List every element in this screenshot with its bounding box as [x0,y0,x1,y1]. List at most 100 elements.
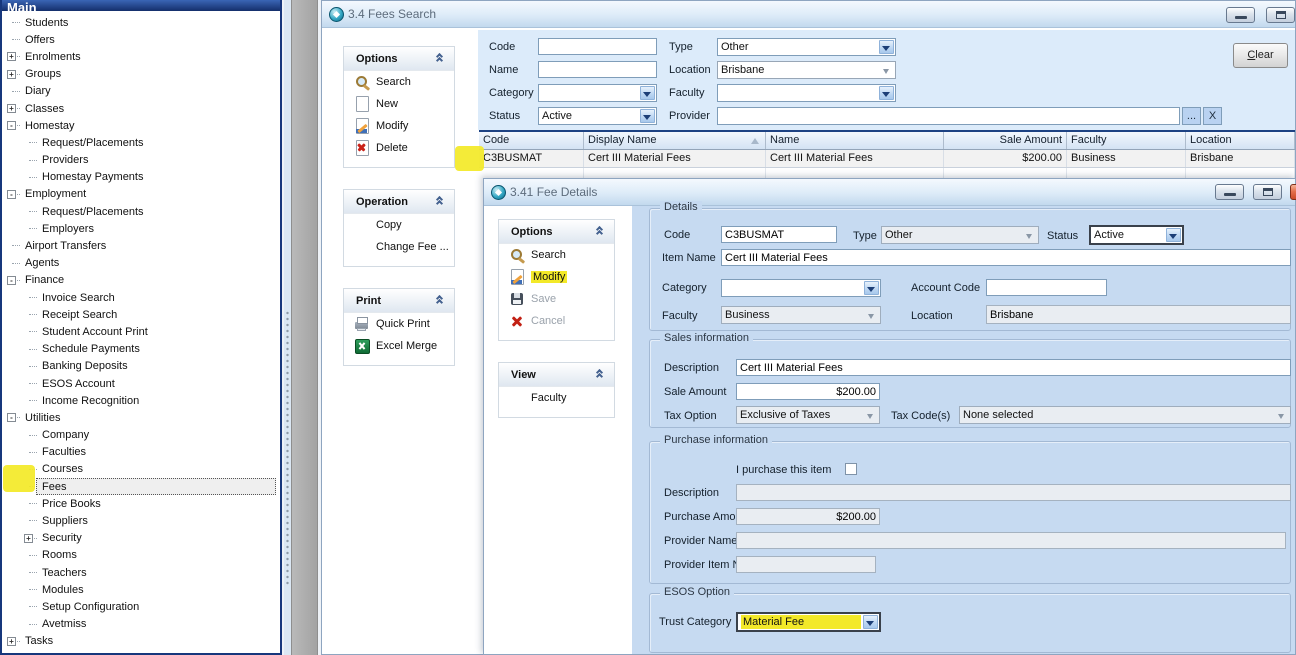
sidebar-item-price-books[interactable]: Price Books [3,495,279,512]
action-search[interactable]: Search [344,71,454,93]
action-quick-print[interactable]: Quick Print [344,313,454,335]
sidebar-item-providers[interactable]: Providers [3,152,279,169]
splitter-grip[interactable] [284,0,291,655]
grid-header-sale-amount[interactable]: Sale Amount [944,132,1067,149]
close-button[interactable] [1290,184,1296,200]
sidebar-item-fees[interactable]: Fees [3,478,279,495]
grid-header-code[interactable]: Code [479,132,584,149]
sidebar-item-agents[interactable]: Agents [3,255,279,272]
sidebar-item-student-account-print[interactable]: Student Account Print [3,323,279,340]
sidebar-item-faculties[interactable]: Faculties [3,444,279,461]
sidebar-item-request-placements[interactable]: Request/Placements [3,203,279,220]
action-copy[interactable]: Copy [344,214,454,236]
dropdown-arrow-icon[interactable] [640,86,655,100]
sidebar-item-airport-transfers[interactable]: Airport Transfers [3,237,279,254]
provider-input[interactable] [717,107,1180,125]
table-row[interactable]: C3BUSMATCert III Material FeesCert III M… [479,150,1295,168]
sidebar-item-offers[interactable]: Offers [3,31,279,48]
grid-header-faculty[interactable]: Faculty [1067,132,1186,149]
sidebar-item-modules[interactable]: Modules [3,581,279,598]
collapse-chevron-icon[interactable] [596,227,606,238]
panel-header-view[interactable]: View [499,363,614,387]
item-name-input[interactable] [721,249,1291,266]
faculty-select[interactable] [717,84,896,102]
maximize-button[interactable] [1266,7,1295,23]
dropdown-arrow-icon[interactable] [1166,228,1181,242]
sidebar-item-homestay[interactable]: -Homestay [3,117,279,134]
sidebar-item-banking-deposits[interactable]: Banking Deposits [3,358,279,375]
action-excel-merge[interactable]: Excel Merge [344,335,454,357]
collapse-chevron-icon[interactable] [436,296,446,307]
sidebar-item-esos-account[interactable]: ESOS Account [3,375,279,392]
collapse-chevron-icon[interactable] [436,197,446,208]
dropdown-arrow-icon[interactable] [879,86,894,100]
sidebar-item-setup-configuration[interactable]: Setup Configuration [3,598,279,615]
action-modify[interactable]: Modify [499,266,614,288]
sidebar-item-enrolments[interactable]: +Enrolments [3,48,279,65]
action-change-fee[interactable]: Change Fee ... [344,236,454,258]
sidebar-item-classes[interactable]: +Classes [3,100,279,117]
sidebar-item-security[interactable]: +Security [3,530,279,547]
sidebar-item-rooms[interactable]: Rooms [3,547,279,564]
expand-icon[interactable]: + [7,637,16,646]
type-select[interactable]: Other [717,38,896,56]
sidebar-item-groups[interactable]: +Groups [3,66,279,83]
collapse-icon[interactable]: - [7,190,16,199]
expand-icon[interactable]: + [7,52,16,61]
sidebar-item-avetmiss[interactable]: Avetmiss [3,616,279,633]
account-code-input[interactable] [986,279,1107,296]
maximize-button[interactable] [1253,184,1282,200]
expand-icon[interactable]: + [7,104,16,113]
collapse-chevron-icon[interactable] [436,54,446,65]
sidebar-item-schedule-payments[interactable]: Schedule Payments [3,341,279,358]
sidebar-item-utilities[interactable]: -Utilities [3,409,279,426]
sidebar-item-diary[interactable]: Diary [3,83,279,100]
panel-header-print[interactable]: Print [344,289,454,313]
category-select[interactable] [538,84,657,102]
panel-header-options[interactable]: Options [499,220,614,244]
collapse-chevron-icon[interactable] [596,370,606,381]
sale-amount-input[interactable] [736,383,880,400]
clear-button[interactable]: Clear [1233,43,1288,68]
expand-icon[interactable]: + [7,70,16,79]
trust-category-select[interactable]: Material Fee [736,612,881,632]
panel-header-options[interactable]: Options [344,47,454,71]
splitter-bar[interactable] [291,0,318,655]
category-select[interactable] [721,279,881,297]
grid-header-display-name[interactable]: Display Name [584,132,766,149]
minimize-button[interactable] [1215,184,1244,200]
code-input[interactable] [538,38,657,55]
fees-search-titlebar[interactable]: 3.4 Fees Search [322,1,1295,28]
action-delete[interactable]: Delete [344,137,454,159]
action-modify[interactable]: Modify [344,115,454,137]
purchase-item-checkbox[interactable] [845,463,857,475]
minimize-button[interactable] [1226,7,1255,23]
dropdown-arrow-icon[interactable] [864,281,879,295]
sidebar-item-suppliers[interactable]: Suppliers [3,512,279,529]
sidebar-item-request-placements[interactable]: Request/Placements [3,134,279,151]
collapse-icon[interactable]: - [7,121,16,130]
grid-header-name[interactable]: Name [766,132,944,149]
provider-clear-button[interactable]: X [1203,107,1222,125]
sidebar-item-employers[interactable]: Employers [3,220,279,237]
action-new[interactable]: New [344,93,454,115]
sidebar-item-finance[interactable]: -Finance [3,272,279,289]
sidebar-item-tasks[interactable]: +Tasks [3,633,279,650]
sidebar-item-employment[interactable]: -Employment [3,186,279,203]
sidebar-item-students[interactable]: Students [3,14,279,31]
expand-icon[interactable]: + [24,534,33,543]
collapse-icon[interactable]: - [7,413,16,422]
name-input[interactable] [538,61,657,78]
dropdown-arrow-icon[interactable] [863,615,878,629]
panel-header-operation[interactable]: Operation [344,190,454,214]
status-select[interactable]: Active [538,107,657,125]
fee-details-titlebar[interactable]: 3.41 Fee Details [484,179,1295,206]
code-input[interactable] [721,226,837,243]
sidebar-item-invoice-search[interactable]: Invoice Search [3,289,279,306]
status-select[interactable]: Active [1089,225,1184,245]
grid-header-location[interactable]: Location [1186,132,1295,149]
sales-description-input[interactable] [736,359,1291,376]
sidebar-item-income-recognition[interactable]: Income Recognition [3,392,279,409]
sidebar-item-teachers[interactable]: Teachers [3,564,279,581]
collapse-icon[interactable]: - [7,276,16,285]
